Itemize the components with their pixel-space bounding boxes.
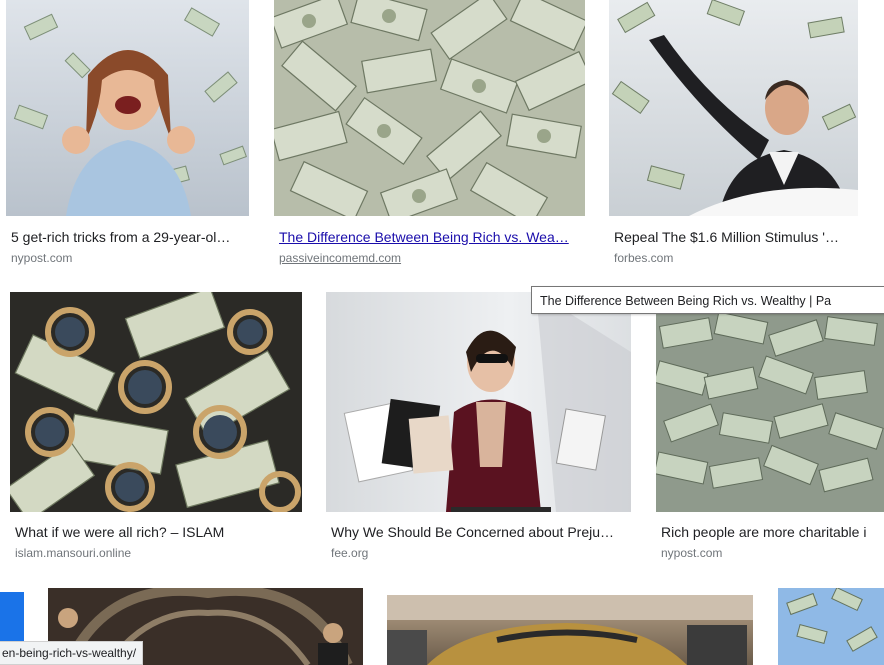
result-source-2[interactable]: passiveincomemd.com (279, 251, 401, 265)
result-source-4[interactable]: islam.mansouri.online (15, 546, 131, 560)
result-title-5[interactable]: Why We Should Be Concerned about Preju… (331, 524, 631, 540)
result-thumbnail-1[interactable] (6, 0, 249, 216)
result-source-6[interactable]: nypost.com (661, 546, 722, 560)
result-thumbnail-5[interactable] (326, 292, 631, 512)
result-thumbnail-10[interactable] (778, 588, 884, 665)
result-thumbnail-4[interactable] (10, 292, 302, 512)
result-title-6[interactable]: Rich people are more charitable i (661, 524, 884, 540)
status-bar-url: en-being-rich-vs-wealthy/ (0, 641, 144, 665)
result-title-1[interactable]: 5 get-rich tricks from a 29-year-ol… (11, 229, 251, 245)
result-thumbnail-6[interactable] (656, 292, 884, 512)
result-thumbnail-3[interactable] (609, 0, 858, 216)
result-thumbnail-9[interactable] (387, 595, 753, 665)
result-thumbnail-2[interactable] (274, 0, 585, 216)
result-source-3[interactable]: forbes.com (614, 251, 673, 265)
result-source-5[interactable]: fee.org (331, 546, 368, 560)
result-title-4[interactable]: What if we were all rich? – ISLAM (15, 524, 302, 540)
title-tooltip: The Difference Between Being Rich vs. We… (531, 286, 884, 314)
result-title-3[interactable]: Repeal The $1.6 Million Stimulus '… (614, 229, 858, 245)
result-title-2[interactable]: The Difference Between Being Rich vs. We… (279, 229, 585, 245)
result-source-1[interactable]: nypost.com (11, 251, 72, 265)
